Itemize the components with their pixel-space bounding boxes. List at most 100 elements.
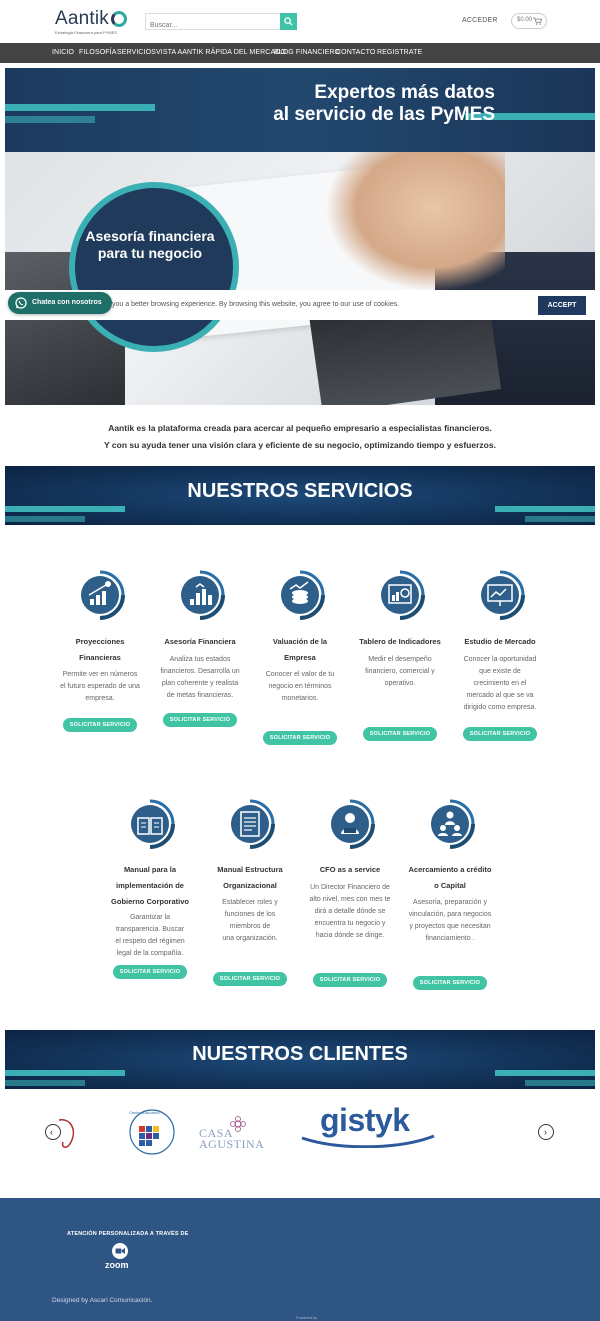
logo-ring-icon: [111, 11, 127, 27]
hero-circle[interactable]: [69, 182, 239, 352]
service-description: Medir el desempeño financiero, comercial …: [350, 654, 450, 690]
solicitar-servicio-button[interactable]: SOLICITAR SERVICIO: [113, 965, 187, 979]
cart-button[interactable]: $0.00: [511, 13, 547, 29]
nav-item-registrate[interactable]: REGISTRATE: [377, 49, 422, 56]
service-title-line: Empresa: [284, 653, 316, 662]
client-logo-centro-educativo[interactable]: Centro Educativo: [123, 1108, 181, 1156]
banner-stripe: [495, 506, 595, 512]
intro-line1: Aantik es la plataforma creada para acer…: [108, 423, 492, 433]
service-description-line: legal de la compañía.: [116, 950, 184, 957]
site-logo[interactable]: Aantik Estrategia Financiera para PYMES: [55, 8, 135, 36]
clients-banner: NUESTROS CLIENTES: [5, 1030, 595, 1089]
site-footer: ATENCIÓN PERSONALIZADA A TRAVÉS DE zoom …: [0, 1198, 600, 1321]
service-description: Establecer roles y funciones de los miembr…: [200, 897, 300, 945]
client-logo-casa-agustina[interactable]: CASA AGUSTINA: [199, 1116, 279, 1152]
service-description-line: transparencia. Buscar: [115, 926, 185, 933]
nav-item-inicio[interactable]: INICIO: [52, 49, 74, 56]
service-description-line: financiamiento .: [425, 935, 475, 942]
dashboard-icon: [374, 569, 426, 621]
whatsapp-chat-button[interactable]: Chatea con nosotros: [8, 292, 112, 314]
zoom-icon[interactable]: [112, 1243, 128, 1259]
solicitar-servicio-button[interactable]: SOLICITAR SERVICIO: [313, 973, 387, 987]
service-description-line: mercado al que se va: [466, 692, 534, 699]
service-title: Valuación de la Empresa: [245, 634, 355, 666]
client-logo-partial: [58, 1119, 75, 1148]
service-description-line: Permite ver en números: [62, 671, 138, 678]
search-box: [145, 13, 297, 33]
service-description-line: que existe de: [479, 668, 521, 675]
search-icon: [284, 17, 293, 26]
service-title: CFO as a service: [295, 862, 405, 878]
search-input[interactable]: [146, 18, 276, 33]
banner-stripe: [5, 1070, 125, 1076]
hand-pen-image: [325, 152, 505, 292]
banner-stripe: [5, 516, 85, 522]
hero-banner: Expertos más datos al servicio de las Py…: [5, 68, 595, 152]
intro-line2: Y con su ayuda tener una visión clara y …: [104, 440, 496, 450]
service-title-line: Manual Estructura: [217, 865, 283, 874]
hero-circle-title-line1: Asesoría financiera: [85, 228, 215, 244]
solicitar-servicio-button[interactable]: SOLICITAR SERVICIO: [363, 727, 437, 741]
banner-stripe: [525, 516, 595, 522]
banner-stripe: [495, 1070, 595, 1076]
cookie-text: you a better browsing experience. By bro…: [112, 301, 400, 308]
centro-educativo-logo: [129, 1109, 175, 1155]
growth-chart-icon: [74, 569, 126, 621]
banner-stripe: [525, 1080, 595, 1086]
service-description-line: hacia dónde se dirige.: [315, 932, 385, 939]
service-description-line: Conocer la oportunidad: [463, 656, 537, 663]
nav-item-blog[interactable]: BLOG FINANCIERO: [274, 49, 340, 56]
advisory-chart-icon: [174, 569, 226, 621]
service-description-line: Conocer el valor de tu: [265, 671, 335, 678]
service-description-line: encuentra tu negocio y: [314, 920, 386, 927]
service-description-line: el respeto del régimen: [115, 938, 185, 945]
hero-photo: [5, 152, 595, 405]
service-description: Analiza tus estados financieros. Desarrol…: [150, 654, 250, 702]
service-description-line: alto nivel, mes con mes te: [309, 896, 391, 903]
nav-item-vista-aantik[interactable]: VISTA AANTIK RÁPIDA DEL MERCADO: [156, 49, 286, 56]
service-title: Tablero de Indicadores: [345, 634, 455, 650]
service-description-line: negocio en términos: [268, 683, 332, 690]
service-description: Permite ver en números el futuro esperado…: [50, 669, 150, 705]
nav-item-contacto[interactable]: CONTACTO: [336, 49, 375, 56]
footer-credits: Designed by Ascari Comunicación.: [52, 1297, 153, 1304]
manual-book-icon: [124, 798, 176, 850]
chevron-right-icon: ›: [544, 1127, 547, 1137]
solicitar-servicio-button[interactable]: SOLICITAR SERVICIO: [163, 713, 237, 727]
logo-tagline: Estrategia Financiera para PYMES: [55, 30, 118, 35]
solicitar-servicio-button[interactable]: SOLICITAR SERVICIO: [263, 731, 337, 745]
presentation-icon: [474, 569, 526, 621]
service-description-line: empresa.: [85, 695, 115, 702]
client-logo-gistyk[interactable]: gistyk: [298, 1102, 438, 1150]
login-link[interactable]: ACCEDER: [462, 17, 498, 24]
footer-attention-label: ATENCIÓN PERSONALIZADA A TRAVÉS DE: [67, 1231, 189, 1237]
service-description: Un Director Financiero de alto nivel, mes…: [300, 882, 400, 942]
service-title: Manual Estructura Organizacional: [195, 862, 305, 894]
search-button[interactable]: [280, 13, 297, 30]
solicitar-servicio-button[interactable]: SOLICITAR SERVICIO: [413, 976, 487, 990]
cart-icon: [533, 17, 542, 25]
solicitar-servicio-button[interactable]: SOLICITAR SERVICIO: [213, 972, 287, 986]
gistyk-swoosh: [301, 1134, 435, 1148]
carousel-next-button[interactable]: ›: [538, 1124, 554, 1140]
services-title: NUESTROS SERVICIOS: [187, 480, 413, 502]
service-description-line: Medir el desempeño: [368, 656, 432, 663]
service-description-line: operativo.: [384, 680, 416, 687]
nav-item-servicios[interactable]: SERVICIOS: [117, 49, 156, 56]
service-description: Asesoría, preparación y vinculación, para…: [400, 897, 500, 945]
service-title-line: o Capital: [434, 881, 466, 890]
cart-total: $0.00: [517, 17, 533, 23]
service-description-line: financieros. Desarrolla un: [160, 668, 240, 675]
nav-item-filosofia[interactable]: FILOSOFÍA: [79, 49, 116, 56]
solicitar-servicio-button[interactable]: SOLICITAR SERVICIO: [63, 718, 137, 732]
service-title: Estudio de Mercado: [445, 634, 555, 650]
service-description: Conocer la oportunidad que existe de creci…: [450, 654, 550, 714]
solicitar-servicio-button[interactable]: SOLICITAR SERVICIO: [463, 727, 537, 741]
service-description-line: una organización.: [222, 935, 278, 942]
document-icon: [224, 798, 276, 850]
service-description-line: y proyectos que necesitan: [409, 923, 491, 930]
intro-text: Aantik es la plataforma creada para acer…: [0, 420, 600, 454]
hero-circle-title: Asesoría financiera para tu negocio: [70, 228, 230, 262]
cookie-accept-button[interactable]: ACCEPT: [538, 296, 586, 315]
zoom-camera-icon: [115, 1248, 125, 1254]
